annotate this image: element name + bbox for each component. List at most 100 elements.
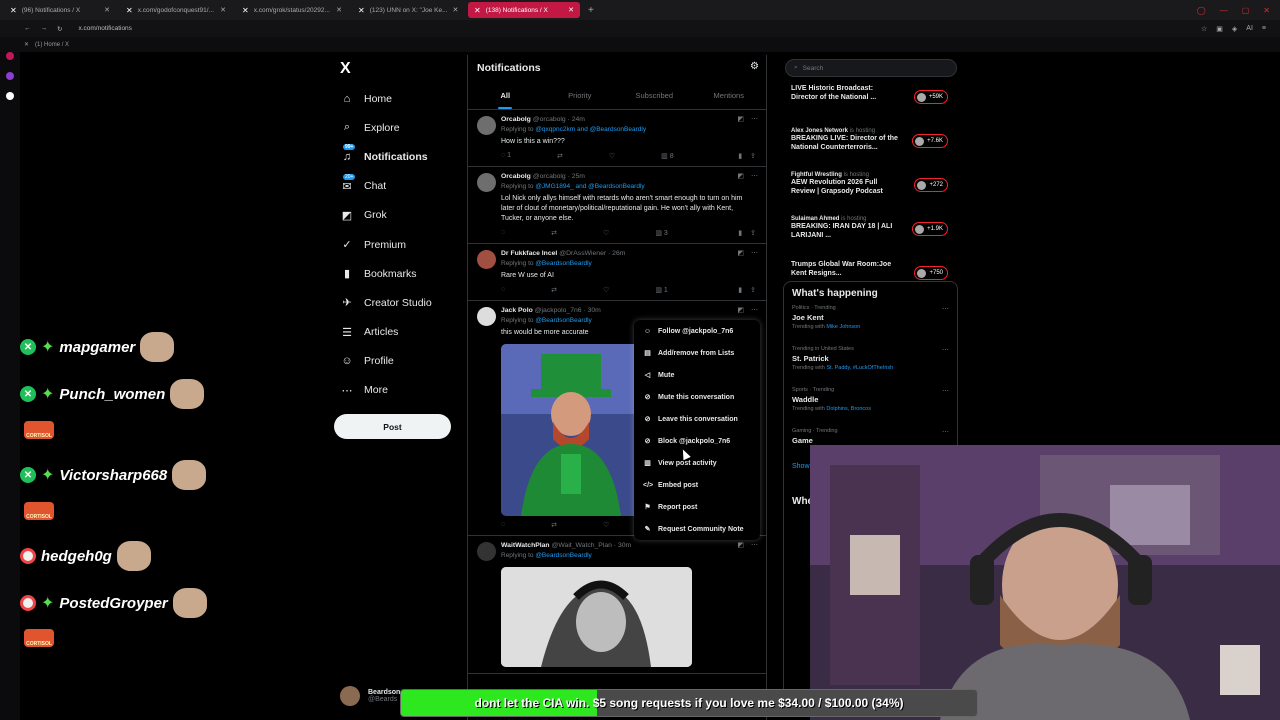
- more-options-icon[interactable]: ⋯: [751, 306, 758, 314]
- views-button[interactable]: ▥ 8: [661, 152, 673, 160]
- bookmark-icon[interactable]: ▮: [738, 229, 742, 237]
- reload-icon[interactable]: ↻: [57, 25, 62, 33]
- browser-tab[interactable]: ✕ (138) Notifications / X ✕: [468, 2, 580, 18]
- search-input[interactable]: ⌕ Search: [785, 59, 957, 77]
- author-handle[interactable]: @DrAssWiener · 26m: [559, 250, 625, 257]
- more-options-icon[interactable]: ⋯: [751, 115, 758, 123]
- share-icon[interactable]: ⇪: [750, 286, 756, 294]
- repost-icon[interactable]: ⇄: [551, 229, 557, 237]
- live-space-item[interactable]: Sulaiman Ahmed is hosting BREAKING: IRAN …: [783, 212, 958, 256]
- more-options-icon[interactable]: ⋯: [942, 428, 949, 436]
- notification-post[interactable]: Orcabolg @orcabolg · 25m ◩ ⋯ Replying to @J…: [468, 167, 766, 244]
- share-icon[interactable]: ⇪: [750, 152, 756, 160]
- author-handle[interactable]: @Wait_Watch_Plan · 30m: [551, 542, 631, 549]
- views-button[interactable]: ▥ 1: [655, 286, 667, 294]
- replying-to-link[interactable]: @BeardsonBeardly: [535, 317, 591, 324]
- more-options-icon[interactable]: ⋯: [942, 346, 949, 354]
- more-options-icon[interactable]: ⋯: [751, 249, 758, 257]
- menu-item-follow-jackpolo-7n6[interactable]: ☺ Follow @jackpolo_7n6: [634, 320, 760, 342]
- side-app-icon[interactable]: [6, 52, 14, 60]
- menu-item-leave-this-conversation[interactable]: ⊘ Leave this conversation: [634, 408, 760, 430]
- author-handle[interactable]: @orcabolg · 25m: [533, 173, 585, 180]
- live-space-item[interactable]: LIVE Historic Broadcast: Director of the…: [783, 80, 958, 124]
- trend-related-link[interactable]: St. Paddy, #LuckOfTheIrish: [826, 365, 893, 371]
- replying-to-link[interactable]: @JMG1894_ and @BeardsonBeardly: [535, 183, 644, 190]
- reply-button[interactable]: ◌: [501, 521, 505, 529]
- repost-icon[interactable]: ⇄: [551, 286, 557, 294]
- menu-item-request-community-note[interactable]: ✎ Request Community Note: [634, 518, 760, 540]
- views-button[interactable]: ▥ 3: [655, 229, 667, 237]
- grok-icon[interactable]: ◩: [737, 172, 744, 180]
- tab-all[interactable]: All: [468, 83, 543, 109]
- menu-item-embed-post[interactable]: </> Embed post: [634, 474, 760, 496]
- avatar[interactable]: [477, 250, 496, 269]
- repost-icon[interactable]: ⇄: [551, 521, 557, 529]
- bookmark-icon[interactable]: ▮: [738, 152, 742, 160]
- side-app-icon[interactable]: [6, 72, 14, 80]
- like-icon[interactable]: ♡: [603, 521, 609, 529]
- account-switcher[interactable]: Beardson @Beards: [340, 686, 400, 706]
- more-options-icon[interactable]: ⋯: [942, 387, 949, 395]
- grok-icon[interactable]: ◩: [737, 306, 744, 314]
- browser-tab[interactable]: ✕ (96) Notifications / X ✕: [4, 2, 116, 18]
- browser-tab[interactable]: ✕ x.com/grok/status/20292... ✕: [236, 2, 348, 18]
- shield-icon[interactable]: ◈: [1232, 25, 1237, 33]
- menu-item-add-remove-from-lists[interactable]: ▤ Add/remove from Lists: [634, 342, 760, 364]
- new-tab-button[interactable]: +: [588, 5, 594, 16]
- replying-to-link[interactable]: @BeardsonBeardly: [535, 552, 591, 559]
- share-icon[interactable]: ⇪: [750, 229, 756, 237]
- post-button[interactable]: Post: [334, 414, 451, 439]
- x-logo[interactable]: X: [340, 60, 351, 78]
- menu-item-view-post-activity[interactable]: ▥ View post activity: [634, 452, 760, 474]
- author-handle[interactable]: @orcabolg · 24m: [533, 116, 585, 123]
- like-icon[interactable]: ♡: [603, 286, 609, 294]
- close-tab-icon[interactable]: ✕: [336, 6, 342, 14]
- post-image[interactable]: [501, 567, 692, 667]
- notification-post[interactable]: WaitWatchPlan @Wait_Watch_Plan · 30m ◩ ⋯ Re…: [468, 536, 766, 674]
- grok-icon[interactable]: ◩: [737, 541, 744, 549]
- extension-icon[interactable]: ◯: [1197, 6, 1206, 15]
- bookmark-home-x[interactable]: (1) Home / X: [35, 42, 69, 48]
- author-name[interactable]: WaitWatchPlan: [501, 542, 550, 549]
- close-tab-icon[interactable]: ✕: [220, 6, 226, 14]
- live-space-item[interactable]: Fightful Wrestling is hosting AEW Revolut…: [783, 168, 958, 212]
- like-icon[interactable]: ♡: [603, 229, 609, 237]
- live-space-item[interactable]: Alex Jones Network is hosting BREAKING LI…: [783, 124, 958, 168]
- replying-to-link[interactable]: @qxqpnc2km and @BeardsonBeardly: [535, 126, 646, 133]
- tab-mentions[interactable]: Mentions: [692, 83, 767, 109]
- post-image[interactable]: [501, 344, 641, 516]
- more-options-icon[interactable]: ⋯: [751, 172, 758, 180]
- menu-item-block-jackpolo-7n6[interactable]: ⊘ Block @jackpolo_7n6: [634, 430, 760, 452]
- more-options-icon[interactable]: ⋯: [751, 541, 758, 549]
- back-icon[interactable]: ←: [24, 25, 31, 32]
- url-text[interactable]: x.com/notifications: [78, 25, 131, 32]
- like-icon[interactable]: ♡: [609, 152, 615, 160]
- gear-icon[interactable]: ⚙: [750, 61, 759, 72]
- close-tab-icon[interactable]: ✕: [104, 6, 110, 14]
- ai-icon[interactable]: AI: [1246, 25, 1253, 33]
- author-name[interactable]: Jack Polo: [501, 307, 533, 314]
- repost-icon[interactable]: ⇄: [557, 152, 563, 160]
- replying-to-link[interactable]: @BeardsonBeardly: [535, 260, 591, 267]
- grok-icon[interactable]: ◩: [737, 115, 744, 123]
- reply-button[interactable]: ◌ 1: [501, 152, 511, 160]
- trend-related-link[interactable]: Mike Johnson: [826, 324, 860, 330]
- close-window-icon[interactable]: ✕: [1263, 6, 1270, 15]
- bookmark-star-icon[interactable]: ☆: [1201, 25, 1207, 33]
- tab-subscribed[interactable]: Subscribed: [617, 83, 692, 109]
- close-tab-icon[interactable]: ✕: [568, 6, 574, 14]
- trend-item[interactable]: Trending in United States St. Patrick Tren…: [784, 340, 957, 381]
- extensions-icon[interactable]: ▣: [1216, 25, 1223, 33]
- trend-related-link[interactable]: Dolphins, Broncos: [826, 406, 871, 412]
- grok-icon[interactable]: ◩: [737, 249, 744, 257]
- bookmark-icon[interactable]: ▮: [738, 286, 742, 294]
- menu-item-report-post[interactable]: ⚑ Report post: [634, 496, 760, 518]
- reply-button[interactable]: ◌: [501, 229, 505, 237]
- trend-item[interactable]: Politics · Trending Joe Kent Trending with…: [784, 299, 957, 340]
- reply-button[interactable]: ◌: [501, 286, 505, 294]
- author-handle[interactable]: @jackpolo_7n6 · 30m: [535, 307, 601, 314]
- notification-post[interactable]: Dr Fukkface Incel @DrAssWiener · 26m ◩ ⋯ Re…: [468, 244, 766, 301]
- forward-icon[interactable]: →: [41, 25, 48, 32]
- avatar[interactable]: [477, 116, 496, 135]
- avatar[interactable]: [477, 173, 496, 192]
